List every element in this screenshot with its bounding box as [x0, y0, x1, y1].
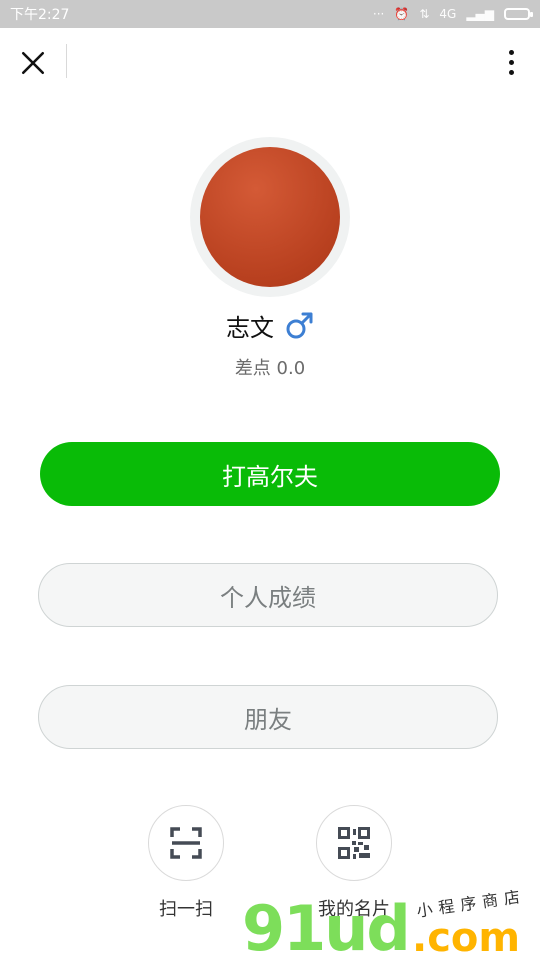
avatar-frame[interactable]: [190, 137, 350, 297]
close-button[interactable]: [14, 44, 52, 82]
watermark: 91ud 小程序商店 .com: [242, 886, 540, 965]
more-notifications-icon: ···: [372, 7, 385, 21]
alarm-icon: ⏰: [394, 7, 410, 21]
male-gender-icon: [286, 312, 313, 338]
user-name: 志文: [226, 314, 274, 342]
more-vertical-icon: [508, 49, 514, 55]
more-dot: [508, 59, 514, 65]
data-transfer-icon: ⇅: [419, 7, 430, 21]
signal-icon: ▂▄▆: [466, 7, 494, 21]
more-dot: [508, 69, 514, 75]
more-button[interactable]: [496, 42, 526, 82]
scan-label: 扫一扫: [159, 899, 213, 920]
nav-bar: [0, 28, 540, 94]
personal-scores-button[interactable]: 个人成绩: [38, 563, 498, 627]
scan-button[interactable]: [148, 805, 224, 881]
friends-button[interactable]: 朋友: [38, 685, 498, 749]
scan-icon: [170, 827, 202, 859]
scan-action[interactable]: 扫一扫: [146, 805, 226, 921]
my-card-button[interactable]: [316, 805, 392, 881]
nav-divider: [66, 44, 67, 78]
qr-code-icon: [338, 827, 370, 859]
status-time: 下午2:27: [10, 7, 70, 23]
name-row: 志文: [0, 308, 540, 343]
handicap-text: 差点 0.0: [234, 358, 306, 379]
play-golf-button[interactable]: 打高尔夫: [40, 442, 500, 506]
status-icons: ··· ⏰ ⇅ 4G ▂▄▆: [372, 7, 533, 21]
watermark-brand: 91ud: [242, 892, 411, 965]
battery-icon: [504, 8, 533, 20]
status-bar: 下午2:27 ··· ⏰ ⇅ 4G ▂▄▆: [0, 0, 540, 28]
watermark-domain: .com: [412, 915, 521, 961]
close-icon: [21, 51, 45, 75]
avatar[interactable]: [200, 147, 340, 287]
network-type: 4G: [439, 7, 457, 21]
